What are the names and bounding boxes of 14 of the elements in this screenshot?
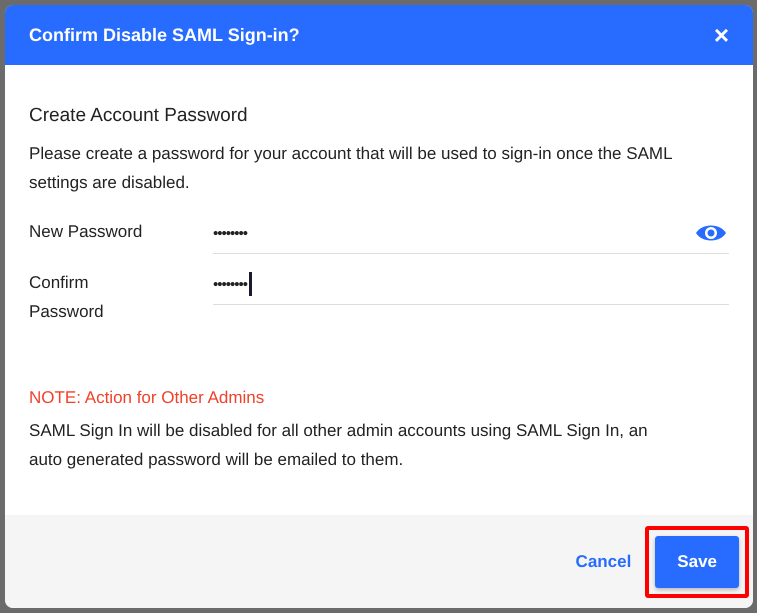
password-field[interactable]: •••••••• [213, 213, 729, 254]
section-title: Create Account Password [29, 105, 249, 127]
password-field[interactable]: •••••••• [213, 264, 729, 305]
note-title: NOTE: Action for Other Admins [29, 388, 266, 408]
field-label: New Password [29, 221, 144, 243]
password-value: •••••••• [213, 224, 248, 242]
note-text: SAML Sign In will be disabled for all other admin accounts using SAML Sign In, an auto generated password will be emailed to them. [29, 420, 649, 471]
dialog-title: Confirm Disable SAML Sign-in? [29, 24, 300, 46]
password-value: •••••••• [213, 276, 248, 292]
field-label: Confirm Password [29, 272, 105, 323]
description-text: Please create a password for your account that will be used to sign-in once the SAML settings are disabled. [29, 143, 673, 194]
cancel-link[interactable]: Cancel [576, 542, 632, 582]
close-button[interactable]: × [714, 22, 729, 48]
save-button[interactable]: Save [655, 536, 739, 588]
